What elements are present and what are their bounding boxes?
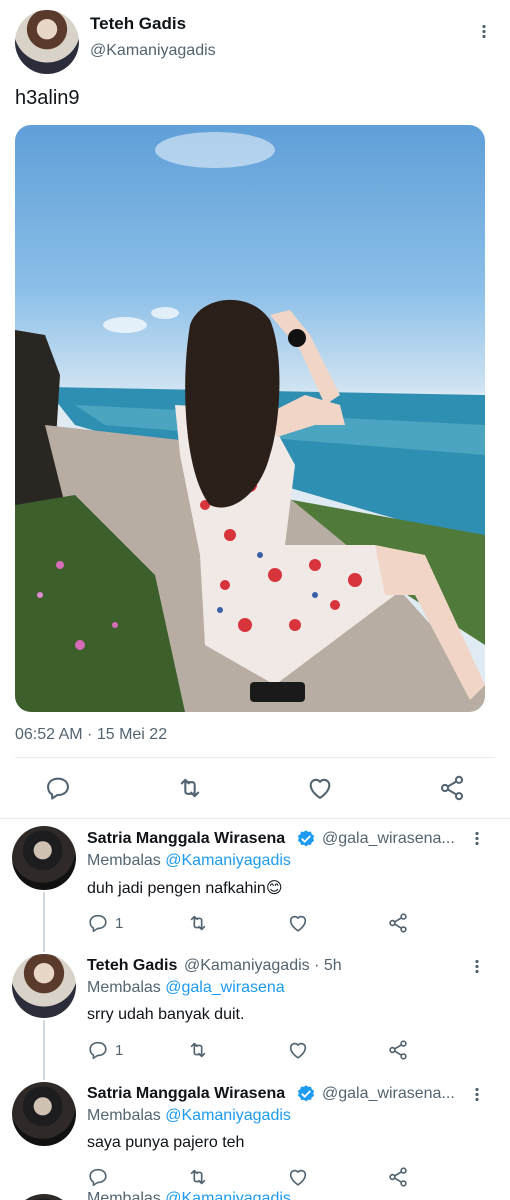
mention-link[interactable]: @Kamaniyagadis xyxy=(165,1107,291,1124)
share-icon xyxy=(389,1040,407,1060)
retweet-icon xyxy=(190,1169,206,1185)
tweet-text: h3alin9 xyxy=(15,87,80,109)
reply-button[interactable]: 1 xyxy=(87,1039,123,1061)
retweet-button[interactable] xyxy=(187,1166,209,1188)
reply-count: 1 xyxy=(115,914,124,932)
replying-to-partial: Membalas @Kamaniyagadis xyxy=(87,1190,291,1200)
reply-text: saya punya pajero teh xyxy=(87,1134,245,1151)
reply-author-name[interactable]: Satria Manggala Wirasena xyxy=(87,830,285,848)
reply-author-handle[interactable]: @gala_wirasena... xyxy=(322,1085,455,1103)
reply-text: srry udah banyak duit. xyxy=(87,1006,245,1023)
share-button[interactable] xyxy=(387,912,409,934)
reply-avatar[interactable] xyxy=(12,1082,76,1146)
tweet-timestamp[interactable]: 06:52 AM · 15 Mei 22 xyxy=(15,726,167,744)
replying-to: Membalas @Kamaniyagadis xyxy=(87,852,291,869)
reply-avatar[interactable] xyxy=(12,954,76,1018)
share-button[interactable] xyxy=(387,1166,409,1188)
like-button[interactable] xyxy=(287,912,309,934)
reply-count: 1 xyxy=(115,1041,124,1059)
reply-avatar[interactable] xyxy=(12,826,76,890)
mention-link[interactable]: @gala_wirasena xyxy=(165,979,284,996)
share-icon[interactable] xyxy=(438,774,466,802)
reply-icon xyxy=(89,1041,107,1060)
reply-text: duh jadi pengen nafkahin😊 xyxy=(87,880,283,897)
like-icon xyxy=(289,1042,307,1059)
more-icon[interactable] xyxy=(467,956,487,976)
like-icon xyxy=(289,915,307,932)
reply-avatar-partial[interactable] xyxy=(12,1194,76,1200)
reply-icon xyxy=(89,1168,107,1187)
photo-illustration xyxy=(15,132,485,712)
thread-line xyxy=(43,1020,45,1080)
reply-button[interactable]: 1 xyxy=(87,912,123,934)
thread-line xyxy=(43,892,45,952)
like-icon xyxy=(289,1169,307,1186)
more-icon[interactable] xyxy=(467,828,487,848)
verified-icon xyxy=(297,830,315,847)
tweet-photo[interactable] xyxy=(15,125,485,712)
reply-author-name[interactable]: Satria Manggala Wirasena xyxy=(87,1085,285,1103)
divider xyxy=(15,757,495,758)
replying-to: Membalas @Kamaniyagadis xyxy=(87,1107,291,1124)
share-icon xyxy=(389,1167,407,1187)
retweet-icon xyxy=(190,915,206,931)
mention-link[interactable]: @Kamaniyagadis xyxy=(165,852,291,869)
like-icon[interactable] xyxy=(306,774,334,802)
verified-icon xyxy=(297,1085,315,1102)
retweet-icon[interactable] xyxy=(176,774,204,802)
share-icon xyxy=(389,913,407,933)
reply-icon xyxy=(89,914,107,933)
retweet-button[interactable] xyxy=(187,912,209,934)
more-icon[interactable] xyxy=(467,1084,487,1104)
like-button[interactable] xyxy=(287,1039,309,1061)
reply-icon[interactable] xyxy=(44,774,72,802)
replying-to: Membalas @gala_wirasena xyxy=(87,979,285,996)
smile-emoji: 😊 xyxy=(265,880,283,897)
mention-link[interactable]: @Kamaniyagadis xyxy=(165,1190,291,1200)
reply-author-handle[interactable]: @Kamaniyagadis · 5h xyxy=(184,957,342,975)
more-icon[interactable] xyxy=(474,21,494,41)
retweet-button[interactable] xyxy=(187,1039,209,1061)
reply-author-name[interactable]: Teteh Gadis xyxy=(87,957,177,975)
reply-author-handle[interactable]: @gala_wirasena... xyxy=(322,830,455,848)
reply-button[interactable] xyxy=(87,1166,109,1188)
retweet-icon xyxy=(190,1042,206,1058)
share-button[interactable] xyxy=(387,1039,409,1061)
author-handle[interactable]: @Kamaniyagadis xyxy=(90,42,216,60)
author-name[interactable]: Teteh Gadis xyxy=(90,14,186,34)
author-avatar[interactable] xyxy=(15,10,79,74)
divider xyxy=(0,818,510,819)
like-button[interactable] xyxy=(287,1166,309,1188)
